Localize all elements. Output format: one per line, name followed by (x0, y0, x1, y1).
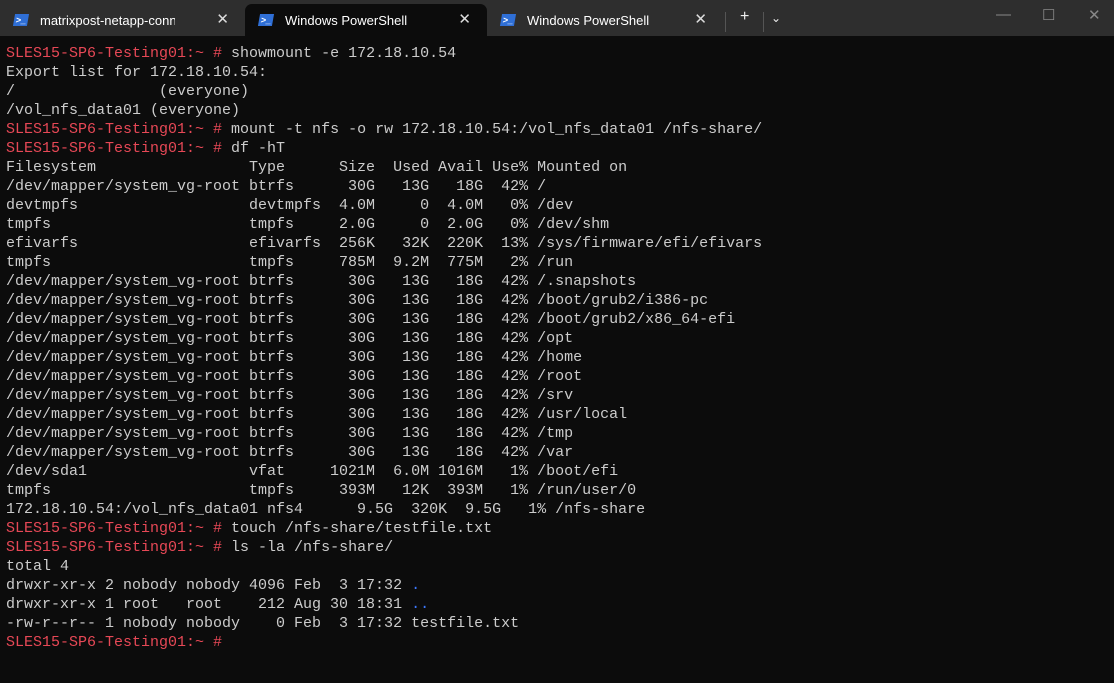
terminal-text: /dev/sda1 vfat 1021M 6.0M 1016M 1% /boot… (6, 463, 619, 480)
close-tab-icon[interactable]: ✕ (216, 10, 229, 28)
terminal-line: efivarfs efivarfs 256K 32K 220K 13% /sys… (6, 234, 762, 253)
powershell-icon: >_ (257, 14, 275, 26)
terminal-line: /dev/mapper/system_vg-root btrfs 30G 13G… (6, 329, 762, 348)
terminal-line: /dev/mapper/system_vg-root btrfs 30G 13G… (6, 443, 762, 462)
divider (725, 12, 726, 32)
terminal-text: tmpfs tmpfs 2.0G 0 2.0G 0% /dev/shm (6, 216, 610, 233)
terminal-text: .. (411, 596, 430, 613)
terminal-text: /dev/mapper/system_vg-root btrfs 30G 13G… (6, 292, 709, 309)
shell-prompt: SLES15-SP6-Testing01:~ # (6, 45, 223, 62)
terminal-text: showmount -e 172.18.10.54 (222, 45, 457, 62)
shell-prompt: SLES15-SP6-Testing01:~ # (6, 520, 223, 537)
terminal-line: /vol_nfs_data01 (everyone) (6, 101, 762, 120)
shell-prompt: SLES15-SP6-Testing01:~ # (6, 121, 223, 138)
terminal-line: -rw-r--r-- 1 nobody nobody 0 Feb 3 17:32… (6, 614, 762, 633)
terminal-line: /dev/mapper/system_vg-root btrfs 30G 13G… (6, 386, 762, 405)
terminal-line: Export list for 172.18.10.54: (6, 63, 762, 82)
terminal-text: 172.18.10.54:/vol_nfs_data01 nfs4 9.5G 3… (6, 501, 646, 518)
terminal-text: . (411, 577, 421, 594)
terminal-line: /dev/mapper/system_vg-root btrfs 30G 13G… (6, 272, 762, 291)
tab-label: Windows PowerShell (285, 12, 408, 28)
shell-prompt: SLES15-SP6-Testing01:~ # (6, 634, 223, 651)
terminal-text: touch /nfs-share/testfile.txt (222, 520, 493, 537)
minimize-button[interactable]: — (996, 6, 1011, 23)
powershell-icon: >_ (12, 14, 30, 26)
terminal-text: /dev/mapper/system_vg-root btrfs 30G 13G… (6, 330, 574, 347)
terminal-line: /dev/mapper/system_vg-root btrfs 30G 13G… (6, 367, 762, 386)
terminal-text: /dev/mapper/system_vg-root btrfs 30G 13G… (6, 444, 574, 461)
terminal-text: /dev/mapper/system_vg-root btrfs 30G 13G… (6, 349, 583, 366)
terminal-text: drwxr-xr-x 2 nobody nobody 4096 Feb 3 17… (6, 577, 412, 594)
terminal-text: tmpfs tmpfs 393M 12K 393M 1% /run/user/0 (6, 482, 637, 499)
close-tab-icon[interactable]: ✕ (458, 10, 471, 28)
terminal-text: /dev/mapper/system_vg-root btrfs 30G 13G… (6, 368, 583, 385)
terminal-text: tmpfs tmpfs 785M 9.2M 775M 2% /run (6, 254, 574, 271)
terminal-text: -rw-r--r-- 1 nobody nobody 0 Feb 3 17:32… (6, 615, 520, 632)
terminal-line: SLES15-SP6-Testing01:~ # df -hT (6, 139, 762, 158)
tab-label: matrixpost-netapp-connector( (40, 12, 175, 28)
tab-powershell-active[interactable]: >_ Windows PowerShell ✕ (245, 4, 487, 36)
chevron-down-icon[interactable]: ⌄ (771, 11, 781, 25)
shell-prompt: SLES15-SP6-Testing01:~ # (6, 140, 223, 157)
terminal-line: /dev/mapper/system_vg-root btrfs 30G 13G… (6, 310, 762, 329)
terminal-text: drwxr-xr-x 1 root root 212 Aug 30 18:31 (6, 596, 412, 613)
terminal-text: devtmpfs devtmpfs 4.0M 0 4.0M 0% /dev (6, 197, 574, 214)
new-tab-button[interactable]: + (740, 8, 749, 26)
terminal-text: /dev/mapper/system_vg-root btrfs 30G 13G… (6, 425, 574, 442)
terminal-line: /dev/mapper/system_vg-root btrfs 30G 13G… (6, 177, 762, 196)
maximize-button[interactable]: ☐ (1042, 6, 1055, 24)
terminal-line: /dev/mapper/system_vg-root btrfs 30G 13G… (6, 405, 762, 424)
terminal-line: / (everyone) (6, 82, 762, 101)
tab-powershell[interactable]: >_ Windows PowerShell ✕ (487, 4, 723, 36)
terminal-line: devtmpfs devtmpfs 4.0M 0 4.0M 0% /dev (6, 196, 762, 215)
terminal-line: drwxr-xr-x 1 root root 212 Aug 30 18:31 … (6, 595, 762, 614)
tab-bar: >_ matrixpost-netapp-connector( ✕ >_ Win… (0, 0, 1114, 36)
terminal-line: tmpfs tmpfs 785M 9.2M 775M 2% /run (6, 253, 762, 272)
terminal-line: SLES15-SP6-Testing01:~ # mount -t nfs -o… (6, 120, 762, 139)
shell-prompt: SLES15-SP6-Testing01:~ # (6, 539, 223, 556)
terminal-line: /dev/mapper/system_vg-root btrfs 30G 13G… (6, 348, 762, 367)
terminal-line: 172.18.10.54:/vol_nfs_data01 nfs4 9.5G 3… (6, 500, 762, 519)
terminal-output[interactable]: SLES15-SP6-Testing01:~ # showmount -e 17… (6, 44, 762, 652)
terminal-text: /dev/mapper/system_vg-root btrfs 30G 13G… (6, 311, 736, 328)
terminal-text: /dev/mapper/system_vg-root btrfs 30G 13G… (6, 387, 574, 404)
terminal-text: mount -t nfs -o rw 172.18.10.54:/vol_nfs… (222, 121, 763, 138)
terminal-line: SLES15-SP6-Testing01:~ # showmount -e 17… (6, 44, 762, 63)
tab-label: Windows PowerShell (527, 12, 650, 28)
terminal-line: SLES15-SP6-Testing01:~ # (6, 633, 762, 652)
powershell-icon: >_ (499, 14, 517, 26)
close-tab-icon[interactable]: ✕ (694, 10, 707, 28)
terminal-line: /dev/mapper/system_vg-root btrfs 30G 13G… (6, 291, 762, 310)
close-window-button[interactable]: ✕ (1088, 6, 1101, 24)
terminal-text: Filesystem Type Size Used Avail Use% Mou… (6, 159, 628, 176)
terminal-text: /dev/mapper/system_vg-root btrfs 30G 13G… (6, 178, 547, 195)
terminal-text: Export list for 172.18.10.54: (6, 64, 268, 81)
tab-matrixpost[interactable]: >_ matrixpost-netapp-connector( ✕ (0, 4, 245, 36)
terminal-text: / (everyone) (6, 83, 250, 100)
terminal-text: /dev/mapper/system_vg-root btrfs 30G 13G… (6, 406, 628, 423)
terminal-line: SLES15-SP6-Testing01:~ # touch /nfs-shar… (6, 519, 762, 538)
terminal-line: /dev/mapper/system_vg-root btrfs 30G 13G… (6, 424, 762, 443)
terminal-text: ls -la /nfs-share/ (222, 539, 394, 556)
terminal-text: df -hT (222, 140, 286, 157)
terminal-text: /dev/mapper/system_vg-root btrfs 30G 13G… (6, 273, 637, 290)
terminal-line: SLES15-SP6-Testing01:~ # ls -la /nfs-sha… (6, 538, 762, 557)
terminal-line: total 4 (6, 557, 762, 576)
divider (763, 12, 764, 32)
terminal-line: Filesystem Type Size Used Avail Use% Mou… (6, 158, 762, 177)
terminal-text: total 4 (6, 558, 70, 575)
terminal-line: tmpfs tmpfs 393M 12K 393M 1% /run/user/0 (6, 481, 762, 500)
terminal-text: /vol_nfs_data01 (everyone) (6, 102, 241, 119)
terminal-line: /dev/sda1 vfat 1021M 6.0M 1016M 1% /boot… (6, 462, 762, 481)
terminal-line: tmpfs tmpfs 2.0G 0 2.0G 0% /dev/shm (6, 215, 762, 234)
terminal-text: efivarfs efivarfs 256K 32K 220K 13% /sys… (6, 235, 763, 252)
terminal-line: drwxr-xr-x 2 nobody nobody 4096 Feb 3 17… (6, 576, 762, 595)
